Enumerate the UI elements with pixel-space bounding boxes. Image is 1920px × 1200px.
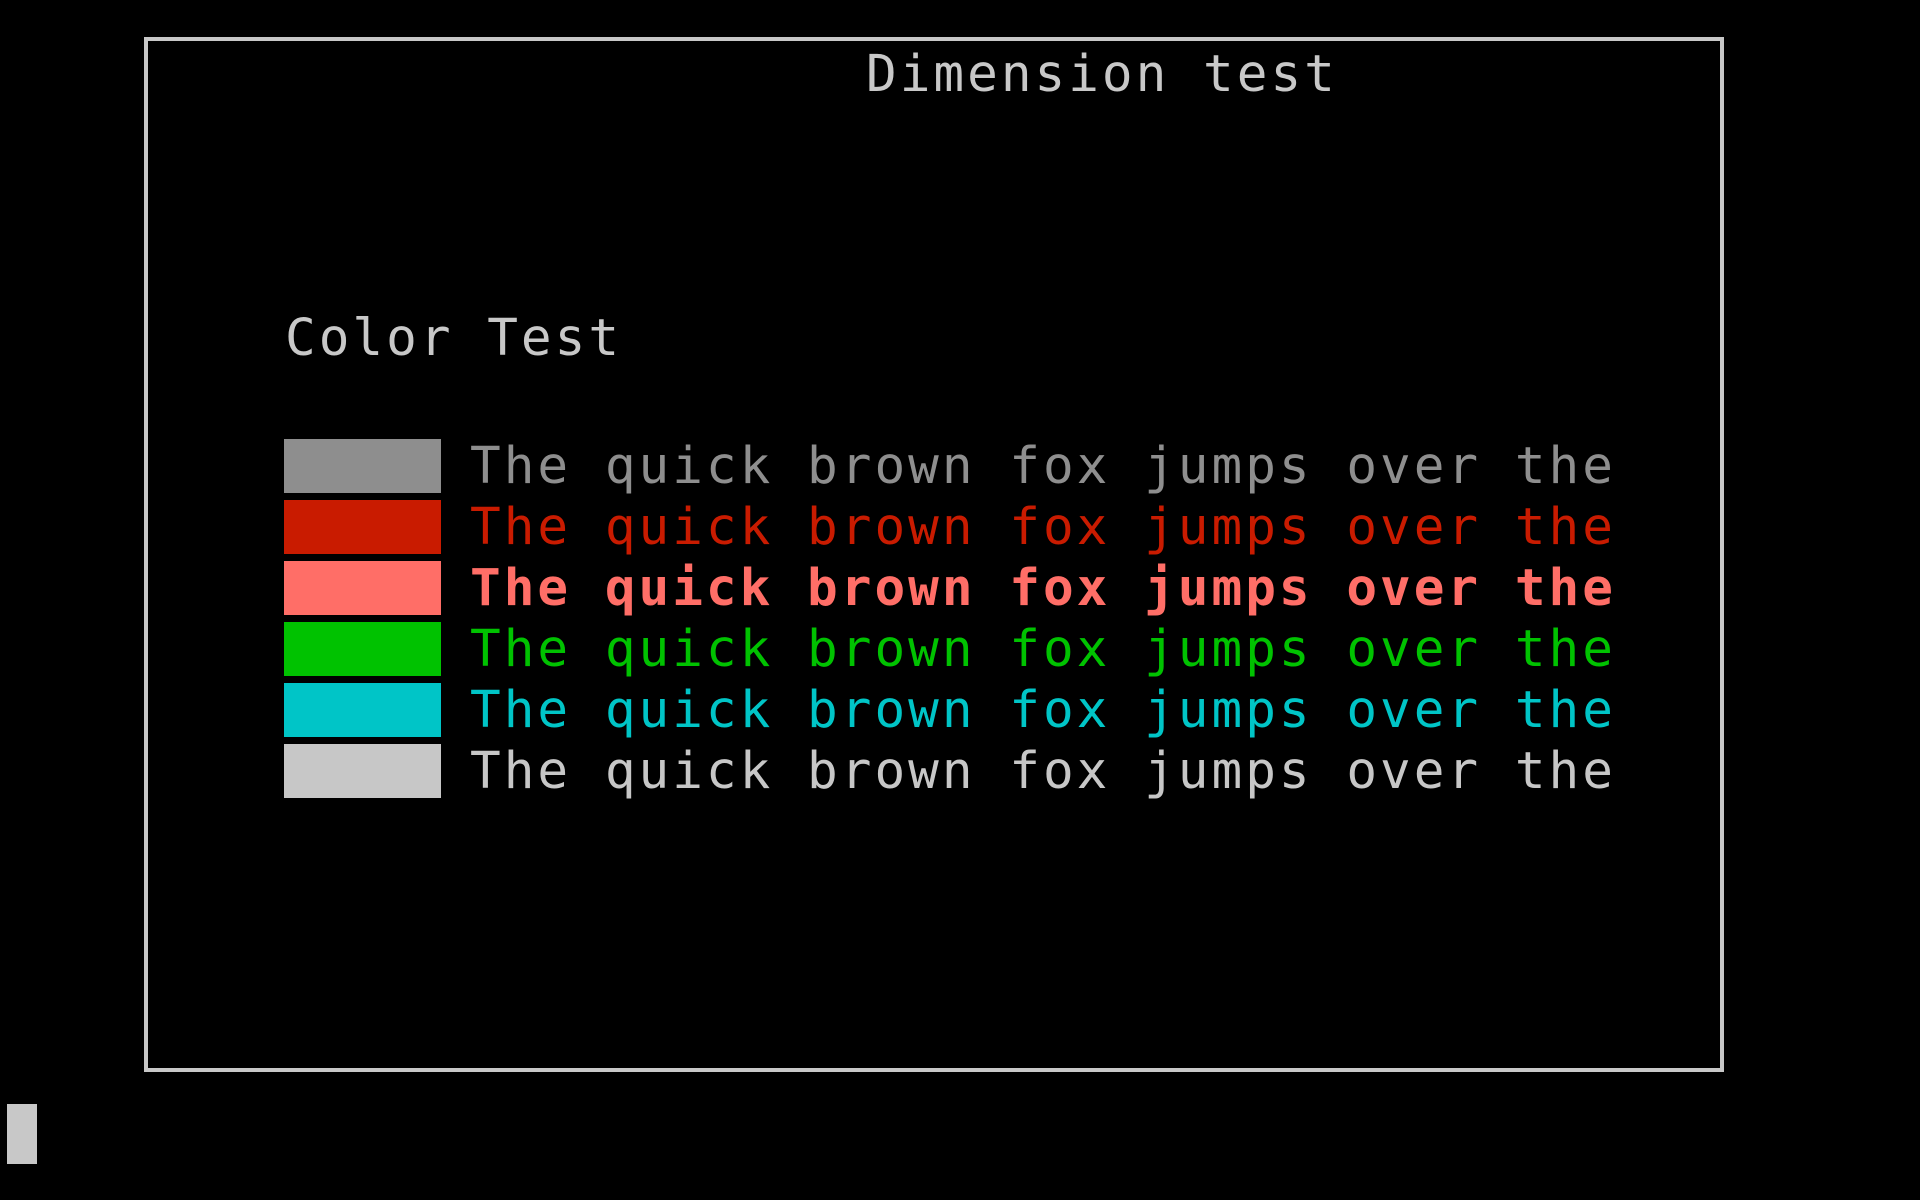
sample-text: The quick brown fox jumps over the	[470, 437, 1616, 496]
frame-title: Dimension test	[836, 41, 1368, 109]
section-title: Color Test	[285, 309, 623, 368]
sample-text: The quick brown fox jumps over the	[470, 620, 1616, 679]
swatch-row: The quick brown fox jumps over the	[284, 681, 1613, 742]
color-swatch	[284, 561, 441, 615]
color-swatch	[284, 622, 441, 676]
swatch-row: The quick brown fox jumps over the	[284, 437, 1613, 498]
color-swatch	[284, 683, 441, 737]
color-swatch	[284, 439, 441, 493]
sample-text: The quick brown fox jumps over the	[470, 742, 1616, 801]
swatch-row: The quick brown fox jumps over the	[284, 742, 1613, 803]
sample-text: The quick brown fox jumps over the	[470, 559, 1616, 618]
color-swatch	[284, 500, 441, 554]
terminal-cursor	[7, 1104, 37, 1164]
swatch-row: The quick brown fox jumps over the	[284, 559, 1613, 620]
color-swatch	[284, 744, 441, 798]
swatch-row: The quick brown fox jumps over the	[284, 620, 1613, 681]
swatch-row: The quick brown fox jumps over the	[284, 498, 1613, 559]
color-swatch-list: The quick brown fox jumps over the The q…	[284, 437, 1613, 803]
sample-text: The quick brown fox jumps over the	[470, 498, 1616, 557]
sample-text: The quick brown fox jumps over the	[470, 681, 1616, 740]
